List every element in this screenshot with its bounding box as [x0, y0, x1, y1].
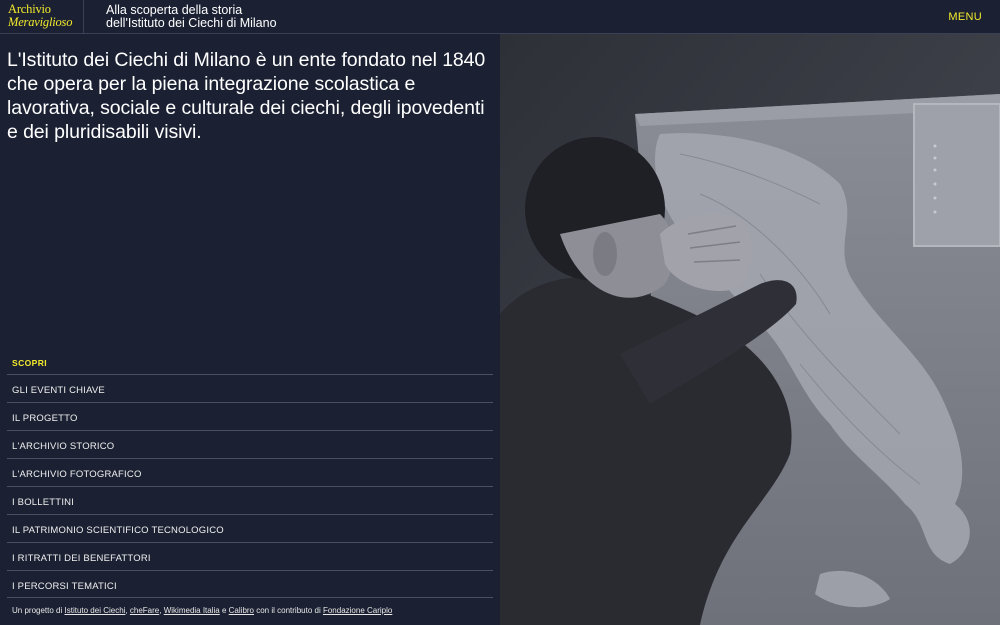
site-header: Archivio Meraviglioso Alla scoperta dell… — [0, 0, 1000, 34]
nav-item-archivio-fotografico[interactable]: L'ARCHIVIO FOTOGRAFICO — [7, 458, 493, 486]
nav-item-eventi-chiave[interactable]: GLI EVENTI CHIAVE — [7, 374, 493, 402]
footer-sep-1: , — [125, 606, 128, 615]
hero-photo — [500, 34, 1000, 625]
nav-item-bollettini[interactable]: I BOLLETTINI — [7, 486, 493, 514]
link-chefare[interactable]: cheFare — [130, 606, 159, 615]
link-fondazione-cariplo[interactable]: Fondazione Cariplo — [323, 606, 392, 615]
tagline-line-2: dell'Istituto dei Ciechi di Milano — [106, 15, 277, 30]
link-calibro[interactable]: Calibro — [229, 606, 254, 615]
footer-prefix: Un progetto di — [12, 606, 63, 615]
footer-sep-2: , — [159, 606, 162, 615]
discover-nav: GLI EVENTI CHIAVE IL PROGETTO L'ARCHIVIO… — [7, 374, 493, 598]
nav-item-archivio-storico[interactable]: L'ARCHIVIO STORICO — [7, 430, 493, 458]
site-tagline: Alla scoperta della storia dell'Istituto… — [84, 2, 484, 30]
link-istituto-ciechi[interactable]: Istituto dei Ciechi — [65, 606, 126, 615]
nav-heading: SCOPRI — [12, 358, 47, 368]
nav-item-patrimonio[interactable]: IL PATRIMONIO SCIENTIFICO TECNOLOGICO — [7, 514, 493, 542]
footer-middle: con il contributo di — [256, 606, 321, 615]
logo-line-1: Archivio — [8, 1, 51, 16]
nav-item-percorsi[interactable]: I PERCORSI TEMATICI — [7, 570, 493, 598]
nav-item-progetto[interactable]: IL PROGETTO — [7, 402, 493, 430]
footer-credits: Un progetto di Istituto dei Ciechi, cheF… — [12, 606, 392, 615]
nav-item-ritratti[interactable]: I RITRATTI DEI BENEFATTORI — [7, 542, 493, 570]
intro-text: L'Istituto dei Ciechi di Milano è un ent… — [7, 49, 486, 143]
site-logo[interactable]: Archivio Meraviglioso — [0, 0, 84, 34]
hero-photo-illustration — [500, 34, 1000, 625]
footer-and: e — [221, 606, 227, 615]
tagline-line-1: Alla scoperta della storia — [106, 2, 243, 17]
link-wikimedia-italia[interactable]: Wikimedia Italia — [164, 606, 220, 615]
logo-line-2: Meraviglioso — [8, 14, 73, 29]
menu-button[interactable]: MENU — [948, 11, 982, 23]
